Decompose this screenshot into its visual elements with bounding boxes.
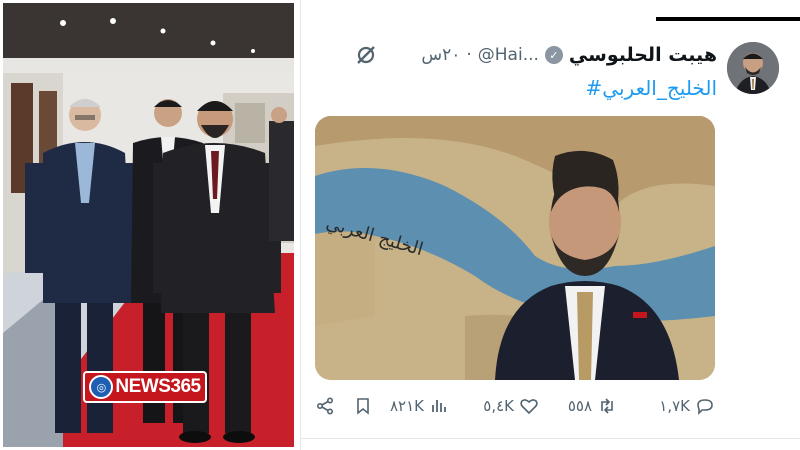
view-count: ٨٢١K — [389, 397, 424, 415]
tweet-card[interactable]: هيبت الحلبوسي ✓ @Hai... · ٢٠س #الخليج_ال… — [300, 0, 800, 450]
share-button[interactable] — [315, 393, 335, 419]
avatar-portrait — [727, 42, 779, 94]
post-time[interactable]: ٢٠س — [421, 45, 460, 65]
retweet-count: ٥٥٨ — [567, 397, 592, 415]
watermark-text: NEWS365 — [115, 376, 201, 397]
map-portrait-image: الخليج العربي — [315, 116, 715, 380]
bookmark-icon — [357, 398, 369, 415]
share-icon — [316, 397, 334, 415]
hashtag-link[interactable]: #الخليج_العربي — [586, 76, 717, 100]
reply-icon — [697, 399, 713, 415]
author-name[interactable]: هيبت الحلبوسي — [569, 44, 717, 66]
retweet-button[interactable]: ٥٥٨ — [568, 393, 617, 419]
tweet-action-bar: ١,٧K ٥٥٨ ٥,٤K ٨٢١K — [315, 393, 715, 419]
avatar[interactable] — [727, 42, 779, 94]
tab-indicator — [656, 17, 800, 21]
separator-dot: · — [466, 45, 472, 65]
divider — [301, 438, 800, 439]
tweet-header: هيبت الحلبوسي ✓ @Hai... · ٢٠س — [421, 43, 717, 67]
news-photo: ◎ NEWS365 — [3, 3, 294, 447]
views-button[interactable]: ٨٢١K — [390, 393, 449, 419]
verified-badge-icon: ✓ — [544, 46, 563, 64]
heart-icon — [520, 399, 538, 415]
reply-button[interactable]: ١,٧K — [659, 393, 715, 419]
grok-icon[interactable] — [355, 44, 377, 66]
retweet-icon — [601, 398, 613, 414]
globe-icon: ◎ — [89, 375, 114, 399]
author-handle[interactable]: @Hai... — [478, 45, 539, 65]
like-button[interactable]: ٥,٤K — [483, 393, 539, 419]
bookmark-button[interactable] — [353, 393, 373, 419]
reply-count: ١,٧K — [659, 397, 690, 415]
news365-watermark: ◎ NEWS365 — [83, 371, 207, 403]
tweet-image[interactable]: الخليج العربي — [315, 116, 715, 380]
like-count: ٥,٤K — [483, 397, 514, 415]
analytics-icon — [432, 400, 446, 412]
